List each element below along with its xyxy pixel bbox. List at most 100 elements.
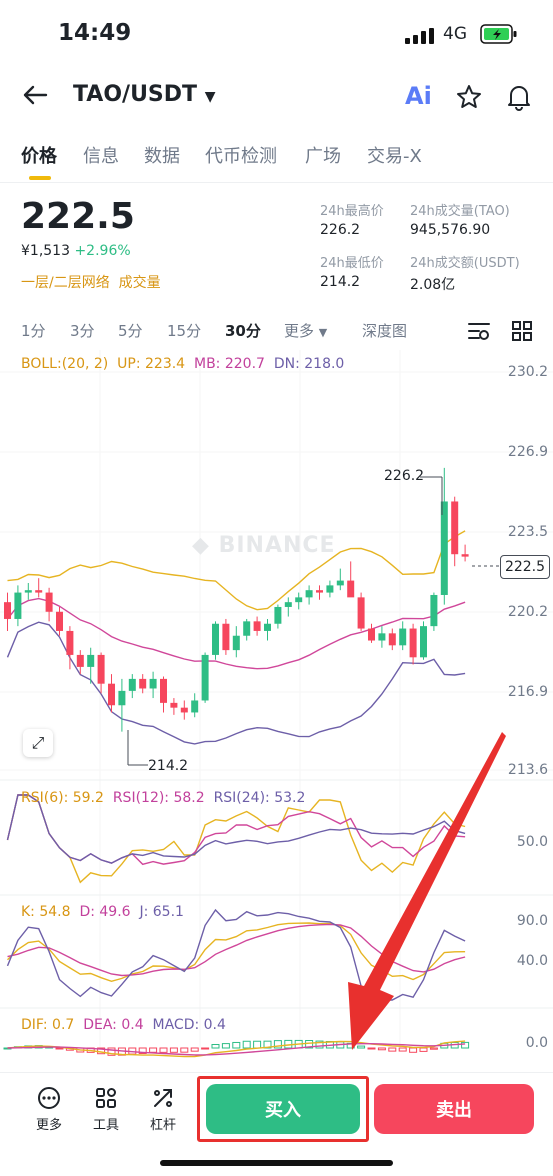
axis-kdj-high: 90.0 — [516, 913, 548, 929]
interval-more[interactable]: 更多 ▼ — [284, 320, 327, 341]
price-fiat-row: ¥1,513 +2.96% — [21, 243, 131, 259]
current-price-tag[interactable]: 222.5 — [500, 555, 550, 579]
watermark: ◆ BINANCE — [192, 533, 336, 558]
vol-tao-value: 945,576.90 — [410, 222, 491, 238]
tag-layer[interactable]: 一层/二层网络 — [21, 275, 110, 291]
grid-layout-icon[interactable] — [511, 320, 533, 342]
fiat-price: ¥1,513 — [21, 243, 70, 259]
candle-body — [399, 628, 407, 646]
tab-info[interactable]: 信息 — [83, 142, 119, 168]
candle-body — [149, 678, 157, 689]
candle-body — [35, 590, 43, 593]
depth-chart-tab[interactable]: 深度图 — [362, 320, 407, 341]
high-value: 226.2 — [320, 222, 361, 238]
high-label: 24h最高价 — [320, 204, 384, 219]
ai-icon[interactable]: Ai — [405, 82, 432, 110]
candle-body — [357, 597, 365, 629]
caret-down-icon: ▼ — [204, 89, 216, 105]
axis-macd-label: 0.0 — [525, 1035, 548, 1051]
axis-price-label: 223.5 — [507, 524, 548, 540]
macd-dea: DEA: 0.4 — [83, 1017, 144, 1033]
high-marker: 226.2 — [384, 468, 425, 484]
pair-name: TAO/USDT — [73, 82, 198, 107]
boll-mb: MB: 220.7 — [194, 356, 265, 372]
interval-15m[interactable]: 15分 — [167, 320, 201, 341]
star-icon[interactable] — [456, 84, 482, 110]
sell-button[interactable]: 卖出 — [374, 1084, 534, 1134]
kdj-d: D: 49.6 — [79, 904, 131, 920]
kdj-legend: K: 54.8 D: 49.6 J: 65.1 — [21, 904, 184, 920]
candle-body — [336, 580, 344, 586]
tab-token-check[interactable]: 代币检测 — [205, 142, 277, 168]
candle-body — [284, 602, 292, 607]
candle-body — [420, 626, 427, 658]
axis-price-label: 226.9 — [507, 444, 548, 460]
tab-data[interactable]: 数据 — [144, 142, 180, 168]
chart-settings-icon[interactable] — [467, 320, 491, 342]
macd-bar — [221, 1043, 230, 1049]
candle-body — [180, 707, 188, 713]
vol-tao-label: 24h成交量(TAO) — [410, 204, 510, 219]
expand-icon[interactable]: ⤢ — [23, 729, 53, 757]
tab-price[interactable]: 价格 — [21, 142, 57, 168]
leverage-button[interactable]: 杠杆 — [141, 1086, 185, 1133]
candle-body — [56, 611, 63, 631]
candle-body — [305, 590, 313, 598]
candle-body — [378, 633, 386, 641]
macd-bar — [201, 1047, 210, 1050]
candle-body — [295, 597, 303, 603]
candle-body — [45, 592, 53, 612]
axis-kdj-low: 40.0 — [516, 953, 548, 969]
back-arrow-icon[interactable] — [22, 84, 48, 106]
candle-body — [316, 590, 323, 593]
bell-icon[interactable] — [506, 83, 532, 111]
pair-selector[interactable]: TAO/USDT ▼ — [73, 82, 216, 107]
candle-body — [170, 702, 178, 708]
low-label: 24h最低价 — [320, 256, 384, 271]
tab-square[interactable]: 广场 — [305, 142, 341, 168]
axis-price-label: 213.6 — [507, 762, 548, 778]
battery-icon — [480, 24, 517, 44]
network-type: 4G — [443, 24, 467, 44]
interval-3m[interactable]: 3分 — [70, 320, 95, 341]
tools-button[interactable]: 工具 — [84, 1086, 128, 1133]
interval-5m[interactable]: 5分 — [118, 320, 143, 341]
macd-bar — [169, 1047, 178, 1053]
candle-body — [212, 623, 219, 655]
tools-label: 工具 — [92, 1118, 119, 1133]
status-time: 14:49 — [58, 20, 132, 46]
tag-volume[interactable]: 成交量 — [119, 275, 161, 291]
candle-body — [440, 501, 448, 595]
candle-body — [66, 630, 74, 655]
candle-body — [128, 678, 136, 691]
macd-bar — [190, 1047, 199, 1052]
candle-body — [14, 592, 22, 619]
candle-body — [451, 501, 459, 555]
candle-body — [108, 683, 115, 706]
boll-legend: BOLL:(20, 2) UP: 223.4 MB: 220.7 DN: 218… — [21, 356, 344, 372]
active-tab-indicator — [29, 176, 51, 180]
tag-row: 一层/二层网络 成交量 — [21, 272, 161, 292]
tab-trade-x[interactable]: 交易-X — [367, 142, 422, 168]
candle-body — [191, 700, 199, 713]
vol-usdt-value: 2.08亿 — [410, 277, 456, 293]
candle-body — [4, 602, 11, 619]
divider — [0, 182, 553, 183]
candle-body — [243, 621, 251, 636]
more-button[interactable]: 更多 — [27, 1086, 71, 1133]
candle-body — [118, 690, 126, 706]
home-indicator — [160, 1160, 393, 1166]
macd-dif: DIF: 0.7 — [21, 1017, 75, 1033]
interval-30m[interactable]: 30分 — [225, 320, 261, 341]
axis-price-label: 220.2 — [507, 604, 548, 620]
kdj-k: K: 54.8 — [21, 904, 71, 920]
binance-logo-icon: ◆ — [192, 533, 210, 558]
kdj-j: J: 65.1 — [139, 904, 184, 920]
macd-bar — [242, 1040, 251, 1049]
candle-body — [76, 654, 84, 667]
candle-body — [409, 628, 417, 658]
interval-1m[interactable]: 1分 — [21, 320, 46, 341]
macd-bar — [159, 1047, 168, 1053]
rsi6: RSI(6): 59.2 — [21, 790, 104, 806]
more-label: 更多 — [35, 1118, 62, 1133]
